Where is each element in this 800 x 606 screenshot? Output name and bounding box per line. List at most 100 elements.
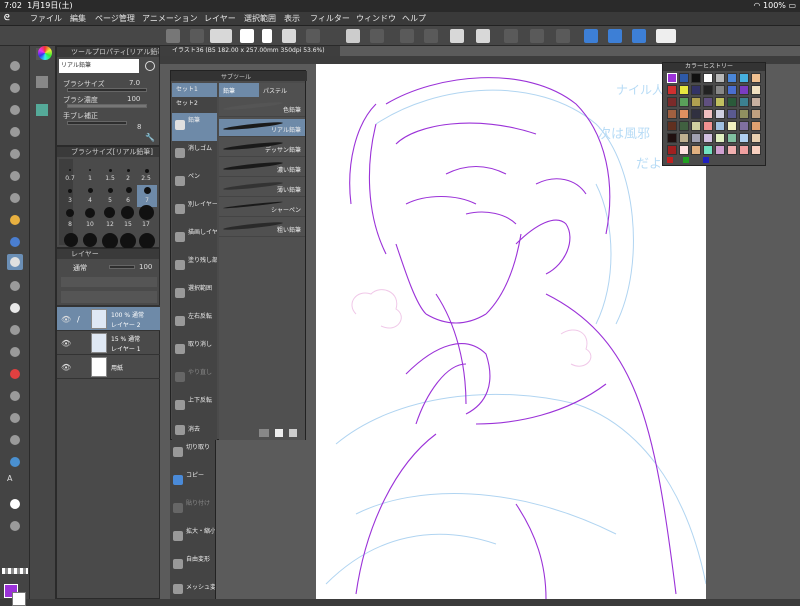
color-swatch[interactable] <box>727 145 737 155</box>
open-icon[interactable] <box>282 29 296 43</box>
brush-item[interactable]: 濃い鉛筆 <box>219 159 305 177</box>
color-swatch[interactable] <box>715 133 725 143</box>
pencil-tool-icon[interactable] <box>7 234 23 250</box>
brush-size-slider[interactable] <box>67 88 147 92</box>
size-2-5[interactable]: 2.5 <box>137 175 155 182</box>
hand-tool-icon[interactable] <box>7 80 23 96</box>
size-15[interactable]: 15 <box>119 221 137 228</box>
wand-tool-icon[interactable] <box>7 168 23 184</box>
delete-brush-icon[interactable] <box>289 429 297 437</box>
transparent-color-icon[interactable] <box>2 568 28 574</box>
frame-tool-icon[interactable] <box>7 432 23 448</box>
color-swatch[interactable] <box>739 133 749 143</box>
eyedropper-tool-icon[interactable] <box>7 190 23 206</box>
clear-icon[interactable] <box>400 29 414 43</box>
figure-tool-icon[interactable] <box>7 410 23 426</box>
menu-window[interactable]: ウィンドウ <box>356 13 396 24</box>
color-swatch[interactable] <box>667 145 677 155</box>
color-swatch[interactable] <box>703 97 713 107</box>
group-free-transform[interactable]: 自由変形 <box>170 552 215 580</box>
snap-special-icon[interactable] <box>608 29 622 43</box>
color-swatch[interactable] <box>739 109 749 119</box>
sub-tool-tab[interactable]: サブツール <box>221 72 251 81</box>
color-swatch[interactable] <box>715 109 725 119</box>
color-swatch[interactable] <box>679 133 689 143</box>
color-wheel-icon[interactable] <box>38 46 52 60</box>
color-swatch[interactable] <box>727 85 737 95</box>
color-swatch[interactable] <box>751 121 761 131</box>
color-swatch[interactable] <box>703 145 713 155</box>
color-swatch[interactable] <box>715 85 725 95</box>
color-swatch[interactable] <box>667 109 677 119</box>
rotate-tool-icon[interactable] <box>7 102 23 118</box>
transform-icon[interactable] <box>424 29 438 43</box>
gradient-tool-icon[interactable] <box>7 388 23 404</box>
group-pen[interactable]: ペン <box>172 169 217 197</box>
size-12[interactable]: 12 <box>101 221 119 228</box>
decoration-tool-icon[interactable] <box>7 300 23 316</box>
color-set-icon[interactable] <box>36 76 48 88</box>
color-swatch[interactable] <box>703 73 713 83</box>
color-swatch[interactable] <box>679 109 689 119</box>
size-1-5[interactable]: 1.5 <box>101 175 119 182</box>
color-swatch[interactable] <box>691 109 701 119</box>
size-7[interactable]: 7 <box>138 197 156 204</box>
brush-item[interactable]: デッサン鉛筆 <box>219 139 305 157</box>
grid-snap-icon[interactable] <box>556 29 570 43</box>
text-tool-icon[interactable]: A <box>7 474 23 490</box>
group-eraser[interactable]: 消しゴム <box>172 141 217 169</box>
color-swatch[interactable] <box>667 73 677 83</box>
help-icon[interactable] <box>656 29 676 43</box>
material-icon[interactable] <box>36 104 48 116</box>
color-swatch[interactable] <box>667 97 677 107</box>
wrench-icon[interactable]: 🔧 <box>145 133 155 142</box>
fill-icon[interactable] <box>450 29 464 43</box>
brush-item[interactable]: リアル鉛筆 <box>219 119 305 137</box>
balloon-tool-icon[interactable] <box>7 496 23 512</box>
color-swatch[interactable] <box>727 121 737 131</box>
color-swatch[interactable] <box>715 145 725 155</box>
color-swatch[interactable] <box>703 85 713 95</box>
eye-icon[interactable]: 👁 <box>61 363 71 372</box>
color-swatch[interactable] <box>739 97 749 107</box>
color-swatch[interactable] <box>727 97 737 107</box>
stabilization-slider[interactable] <box>67 121 127 125</box>
size-8[interactable]: 8 <box>61 221 79 228</box>
save-icon[interactable] <box>306 29 320 43</box>
set-1[interactable]: セット1 <box>172 83 217 97</box>
color-swatch[interactable] <box>751 145 761 155</box>
color-swatch[interactable] <box>691 97 701 107</box>
new-doc-icon[interactable] <box>262 29 272 43</box>
menu-layer[interactable]: レイヤー <box>204 13 236 24</box>
color-swatch[interactable] <box>667 133 677 143</box>
layer-row[interactable]: 👁 / 100 % 通常 レイヤー 2 <box>57 307 161 331</box>
menu-animation[interactable]: アニメーション <box>142 13 198 24</box>
eraser-tool-icon[interactable] <box>7 322 23 338</box>
group-cut[interactable]: 切り取り <box>170 440 215 468</box>
blend-tool-icon[interactable] <box>7 344 23 360</box>
color-swatch[interactable] <box>703 133 713 143</box>
tab-pencil[interactable]: 鉛筆 <box>219 83 259 97</box>
layer-row[interactable]: 👁 15 % 通常 レイヤー 1 <box>57 331 161 355</box>
color-swatch[interactable] <box>691 121 701 131</box>
tab-pastel[interactable]: パステル <box>263 86 287 95</box>
menu-view[interactable]: 表示 <box>284 13 300 24</box>
add-brush-icon[interactable] <box>259 429 269 437</box>
color-swatch[interactable] <box>739 145 749 155</box>
pen-tool-icon[interactable] <box>7 212 23 228</box>
zoom-tool-icon[interactable] <box>7 58 23 74</box>
group-paste[interactable]: 貼り付け <box>170 496 215 524</box>
copy-brush-icon[interactable] <box>275 429 283 437</box>
color-swatch[interactable] <box>691 145 701 155</box>
group-mesh[interactable]: メッシュ変形 <box>170 580 215 599</box>
color-swatch[interactable] <box>667 85 677 95</box>
color-swatch[interactable] <box>751 97 761 107</box>
group-edit-layer[interactable]: 描画しイヤー... <box>172 225 217 253</box>
brush-item[interactable]: 色鉛筆 <box>219 99 305 117</box>
ruler-icon[interactable] <box>504 29 518 43</box>
group-copy[interactable]: コピー <box>170 468 215 496</box>
size-0-7[interactable]: 0.7 <box>61 175 79 182</box>
group-flip-h[interactable]: 左右反転 <box>172 309 217 337</box>
color-swatch[interactable] <box>727 133 737 143</box>
color-swatch[interactable] <box>679 97 689 107</box>
